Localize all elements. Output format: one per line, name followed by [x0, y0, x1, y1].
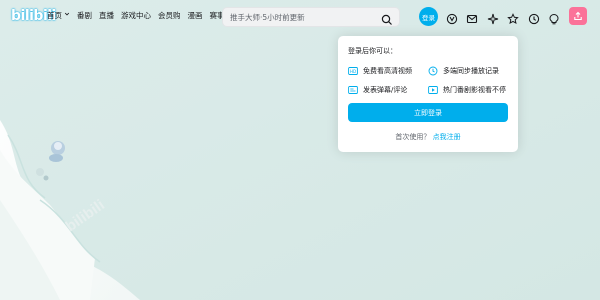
login-popover: 登录后你可以： HD 免费看高清视频 多端同步播放记录 发表弹幕/评论 热门番剧… [338, 36, 518, 152]
register-link[interactable]: 点我注册 [433, 133, 461, 141]
search-input[interactable] [230, 12, 380, 22]
dynamic-icon[interactable] [487, 10, 499, 25]
register-prompt: 首次使用？ 点我注册 [338, 132, 518, 142]
search-icon[interactable] [381, 11, 393, 25]
search-bar [222, 7, 400, 27]
nav-item-home[interactable]: 首页 [47, 11, 70, 21]
message-icon[interactable] [466, 10, 478, 24]
upload-button[interactable] [569, 7, 587, 25]
danmaku-icon [348, 86, 358, 94]
nav-item-label: 漫画 [187, 11, 203, 20]
main-nav: 首页 番剧 直播 游戏中心 会员购 漫画 赛事 [47, 11, 232, 21]
creation-icon[interactable] [548, 10, 560, 25]
benefit-label: 免费看高清视频 [363, 67, 412, 75]
chevron-down-icon [64, 11, 70, 21]
benefit-hd-video: HD 免费看高清视频 [348, 66, 412, 76]
history-icon[interactable] [528, 10, 540, 25]
benefit-hot-anime: 热门番剧影视看不停 [428, 85, 506, 95]
benefit-label: 热门番剧影视看不停 [443, 86, 506, 94]
login-avatar-button[interactable]: 登录 [419, 7, 438, 26]
play-icon [428, 86, 438, 94]
nav-item-label: 首页 [47, 11, 62, 20]
hd-icon: HD [348, 67, 358, 75]
benefit-label: 多端同步播放记录 [443, 67, 499, 75]
benefit-sync-history: 多端同步播放记录 [428, 66, 499, 76]
nav-item-label: 直播 [99, 11, 114, 20]
register-prefix: 首次使用？ [395, 133, 431, 141]
login-now-button[interactable]: 立即登录 [348, 103, 508, 122]
benefit-label: 发表弹幕/评论 [363, 86, 408, 94]
nav-item-anime[interactable]: 番剧 [77, 11, 92, 21]
nav-item-manga[interactable]: 漫画 [188, 11, 203, 21]
popover-title: 登录后你可以： [348, 47, 397, 55]
nav-item-live[interactable]: 直播 [99, 11, 114, 21]
svg-text:HD: HD [350, 69, 356, 74]
sync-clock-icon [428, 66, 438, 76]
benefit-danmaku: 发表弹幕/评论 [348, 85, 407, 95]
nav-item-mall[interactable]: 会员购 [158, 11, 181, 21]
nav-item-label: 番剧 [77, 11, 92, 20]
favorite-icon[interactable] [507, 10, 519, 24]
nav-item-game-center[interactable]: 游戏中心 [121, 11, 151, 21]
vip-icon[interactable] [446, 10, 458, 25]
nav-item-label: 游戏中心 [121, 11, 151, 20]
top-header: bilibili 首页 番剧 直播 游戏中心 会员购 漫画 赛事 登录 [0, 0, 600, 32]
upload-icon [574, 11, 582, 21]
nav-item-label: 会员购 [158, 11, 181, 20]
